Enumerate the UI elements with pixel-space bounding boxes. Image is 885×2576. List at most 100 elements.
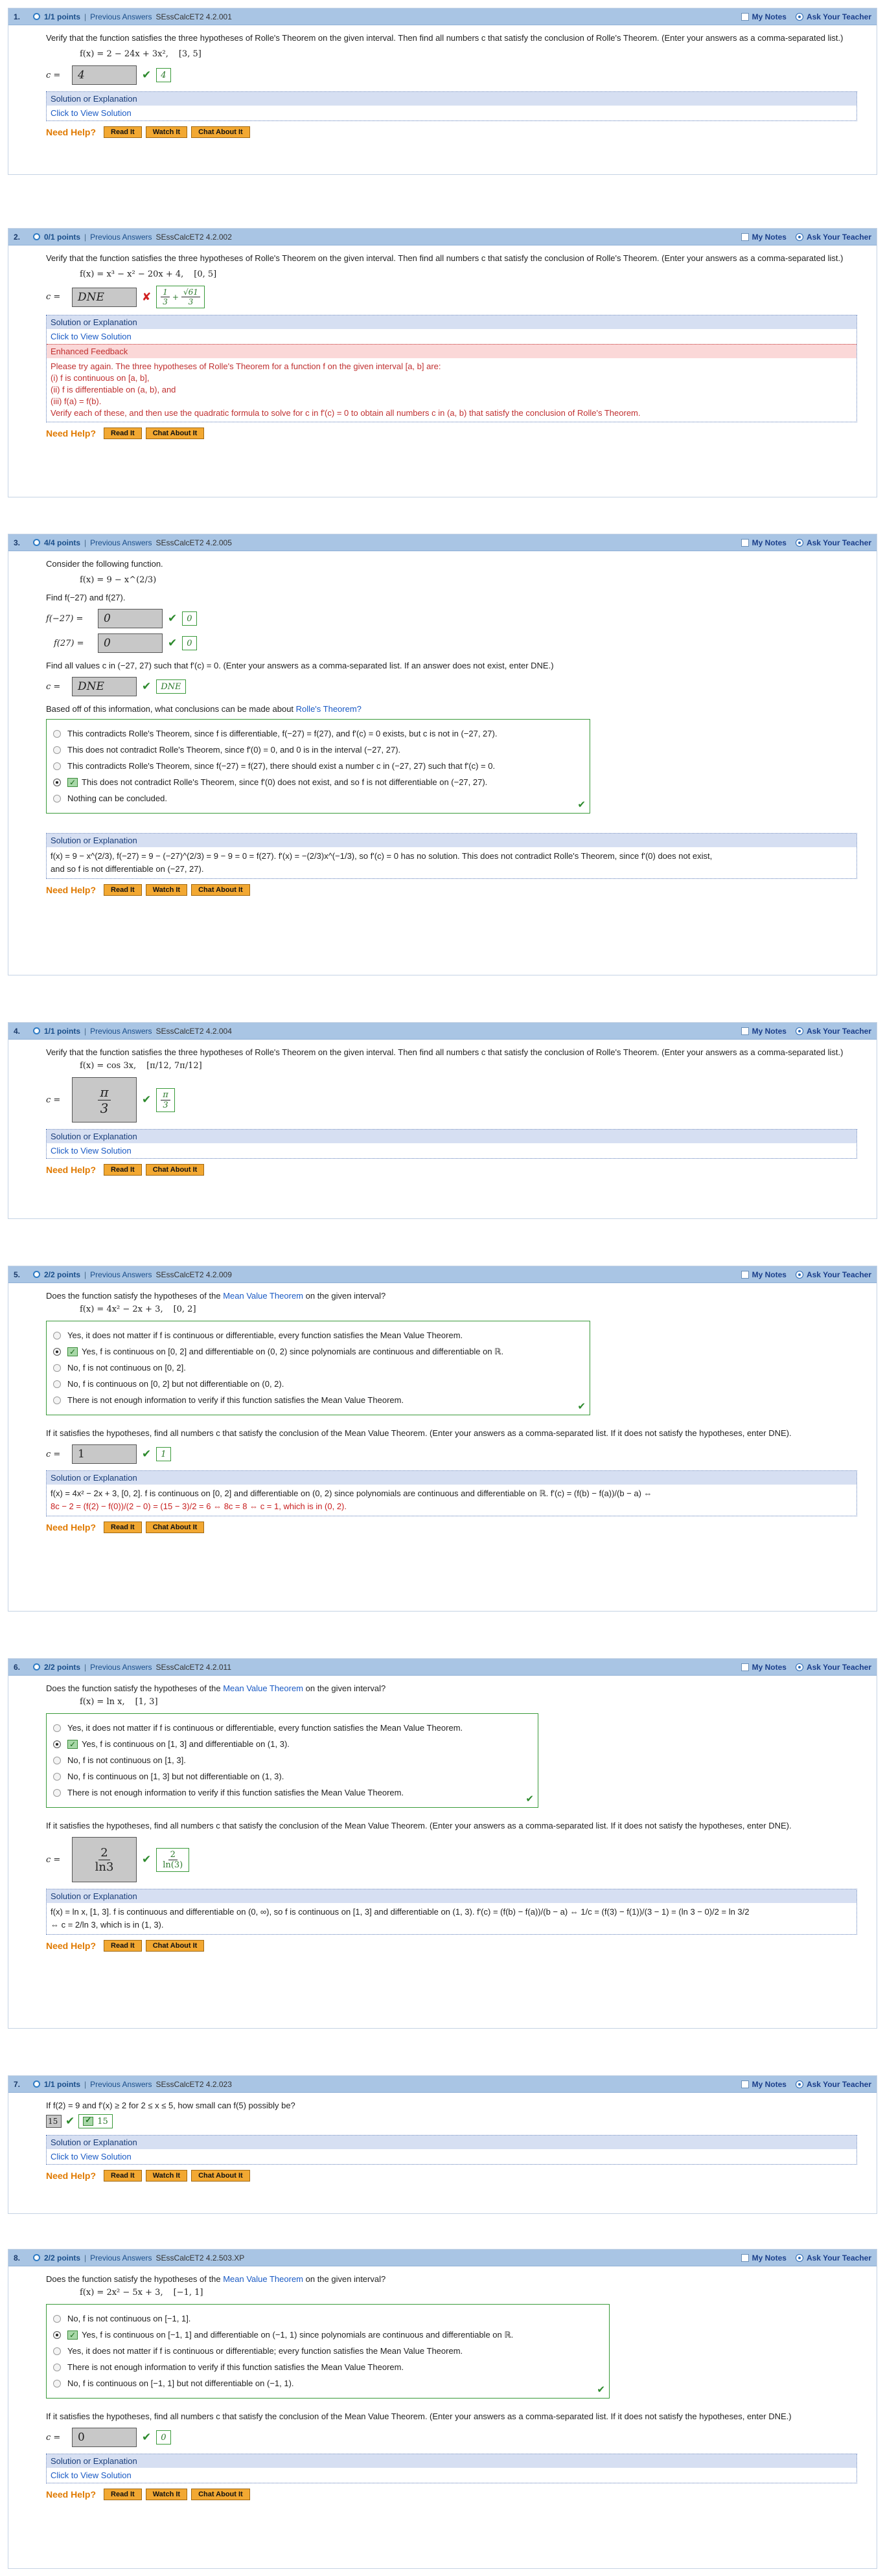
choice-option[interactable]: No, f is not continuous on [−1, 1].	[53, 2313, 603, 2325]
radio-button[interactable]	[53, 1789, 61, 1797]
view-solution-link[interactable]: Click to View Solution	[47, 106, 856, 120]
previous-answers-link[interactable]: Previous Answers	[90, 538, 152, 547]
radio-button[interactable]	[53, 2380, 61, 2388]
previous-answers-link[interactable]: Previous Answers	[90, 2080, 152, 2089]
chat-about-it-button[interactable]: Chat About It	[145, 427, 205, 439]
choice-option[interactable]: Nothing can be concluded.	[53, 793, 583, 804]
previous-answers-link[interactable]: Previous Answers	[90, 233, 152, 242]
read-it-button[interactable]: Read It	[104, 1522, 142, 1533]
radio-button[interactable]	[53, 1396, 61, 1404]
radio-button[interactable]	[53, 1332, 61, 1339]
previous-answers-link[interactable]: Previous Answers	[90, 1270, 152, 1279]
ask-teacher-button[interactable]: Ask Your Teacher	[795, 2080, 871, 2089]
answer-input[interactable]: 1	[72, 1444, 137, 1464]
previous-answers-link[interactable]: Previous Answers	[90, 1663, 152, 1672]
ask-teacher-button[interactable]: Ask Your Teacher	[795, 233, 871, 242]
chat-about-it-button[interactable]: Chat About It	[145, 1522, 205, 1533]
choice-option-selected[interactable]: This does not contradict Rolle's Theorem…	[53, 777, 583, 788]
choice-option[interactable]: No, f is continuous on [1, 3] but not di…	[53, 1771, 531, 1783]
ask-teacher-button[interactable]: Ask Your Teacher	[795, 538, 871, 547]
radio-button[interactable]	[53, 1757, 61, 1764]
choice-option[interactable]: No, f is continuous on [−1, 1] but not d…	[53, 2378, 603, 2389]
radio-button[interactable]	[53, 1773, 61, 1781]
choice-option[interactable]: No, f is not continuous on [0, 2].	[53, 1362, 583, 1374]
answer-input[interactable]: DNE	[72, 287, 137, 307]
read-it-button[interactable]: Read It	[104, 884, 142, 896]
previous-answers-link[interactable]: Previous Answers	[90, 1027, 152, 1036]
read-it-button[interactable]: Read It	[104, 2170, 142, 2182]
ask-teacher-button[interactable]: Ask Your Teacher	[795, 1270, 871, 1279]
radio-button-selected[interactable]	[53, 2331, 61, 2339]
choice-option[interactable]: No, f is not continuous on [1, 3].	[53, 1755, 531, 1766]
chat-about-it-button[interactable]: Chat About It	[191, 126, 250, 138]
radio-button[interactable]	[53, 2347, 61, 2355]
chat-about-it-button[interactable]: Chat About It	[191, 2170, 250, 2182]
choice-option-selected[interactable]: Yes, f is continuous on [0, 2] and diffe…	[53, 1346, 583, 1358]
choice-option-selected[interactable]: Yes, f is continuous on [1, 3] and diffe…	[53, 1738, 531, 1750]
radio-button[interactable]	[53, 762, 61, 770]
my-notes-button[interactable]: My Notes	[741, 1270, 787, 1279]
radio-button[interactable]	[53, 2315, 61, 2323]
choice-option[interactable]: There is not enough information to verif…	[53, 1787, 531, 1799]
choice-option-selected[interactable]: Yes, f is continuous on [−1, 1] and diff…	[53, 2329, 603, 2341]
radio-button[interactable]	[53, 730, 61, 738]
ask-teacher-button[interactable]: Ask Your Teacher	[795, 1027, 871, 1036]
answer-input[interactable]: 0	[98, 609, 163, 628]
watch-it-button[interactable]: Watch It	[145, 2170, 188, 2182]
my-notes-button[interactable]: My Notes	[741, 12, 787, 21]
my-notes-button[interactable]: My Notes	[741, 538, 787, 547]
read-it-button[interactable]: Read It	[104, 2489, 142, 2500]
choice-option[interactable]: There is not enough information to verif…	[53, 1395, 583, 1406]
chat-about-it-button[interactable]: Chat About It	[191, 2489, 250, 2500]
radio-button[interactable]	[53, 1380, 61, 1388]
radio-button-selected[interactable]	[53, 1348, 61, 1356]
answer-input[interactable]: 4	[72, 65, 137, 85]
mvt-link[interactable]: Mean Value Theorem	[223, 1291, 303, 1301]
choice-option[interactable]: No, f is continuous on [0, 2] but not di…	[53, 1378, 583, 1390]
ask-teacher-button[interactable]: Ask Your Teacher	[795, 2253, 871, 2263]
read-it-button[interactable]: Read It	[104, 427, 142, 439]
watch-it-button[interactable]: Watch It	[145, 884, 188, 896]
ask-teacher-button[interactable]: Ask Your Teacher	[795, 12, 871, 21]
watch-it-button[interactable]: Watch It	[145, 2489, 188, 2500]
answer-input[interactable]: 0	[72, 2428, 137, 2447]
radio-button[interactable]	[53, 1724, 61, 1732]
radio-button[interactable]	[53, 795, 61, 803]
my-notes-button[interactable]: My Notes	[741, 233, 787, 242]
radio-button[interactable]	[53, 746, 61, 754]
radio-button-selected[interactable]	[53, 779, 61, 786]
answer-input[interactable]: 2 ln3	[72, 1837, 137, 1882]
choice-option[interactable]: This contradicts Rolle's Theorem, since …	[53, 760, 583, 772]
read-it-button[interactable]: Read It	[104, 1940, 142, 1952]
watch-it-button[interactable]: Watch It	[145, 126, 188, 138]
mvt-link[interactable]: Mean Value Theorem	[223, 1683, 303, 1693]
mvt-link[interactable]: Mean Value Theorem	[223, 2274, 303, 2284]
choice-option[interactable]: This contradicts Rolle's Theorem, since …	[53, 728, 583, 740]
rolles-theorem-link[interactable]: Rolle's Theorem?	[296, 704, 362, 714]
previous-answers-link[interactable]: Previous Answers	[90, 12, 152, 21]
previous-answers-link[interactable]: Previous Answers	[90, 2253, 152, 2263]
answer-input[interactable]: 0	[98, 633, 163, 653]
choice-option[interactable]: There is not enough information to verif…	[53, 2362, 603, 2373]
answer-input[interactable]: π3	[72, 1077, 137, 1123]
read-it-button[interactable]: Read It	[104, 1164, 142, 1176]
chat-about-it-button[interactable]: Chat About It	[145, 1940, 205, 1952]
view-solution-link[interactable]: Click to View Solution	[47, 329, 856, 344]
chat-about-it-button[interactable]: Chat About It	[191, 884, 250, 896]
chat-about-it-button[interactable]: Chat About It	[145, 1164, 205, 1176]
my-notes-button[interactable]: My Notes	[741, 2253, 787, 2263]
my-notes-button[interactable]: My Notes	[741, 1663, 787, 1672]
radio-button[interactable]	[53, 2364, 61, 2371]
choice-option[interactable]: Yes, it does not matter if f is continuo…	[53, 1722, 531, 1734]
view-solution-link[interactable]: Click to View Solution	[47, 2149, 856, 2164]
view-solution-link[interactable]: Click to View Solution	[47, 2468, 856, 2483]
answer-input[interactable]: DNE	[72, 677, 137, 696]
radio-button[interactable]	[53, 1364, 61, 1372]
ask-teacher-button[interactable]: Ask Your Teacher	[795, 1663, 871, 1672]
my-notes-button[interactable]: My Notes	[741, 1027, 787, 1036]
my-notes-button[interactable]: My Notes	[741, 2080, 787, 2089]
choice-option[interactable]: Yes, it does not matter if f is continuo…	[53, 2345, 603, 2357]
answer-input[interactable]: 15	[46, 2115, 62, 2128]
radio-button-selected[interactable]	[53, 1740, 61, 1748]
choice-option[interactable]: Yes, it does not matter if f is continuo…	[53, 1330, 583, 1341]
